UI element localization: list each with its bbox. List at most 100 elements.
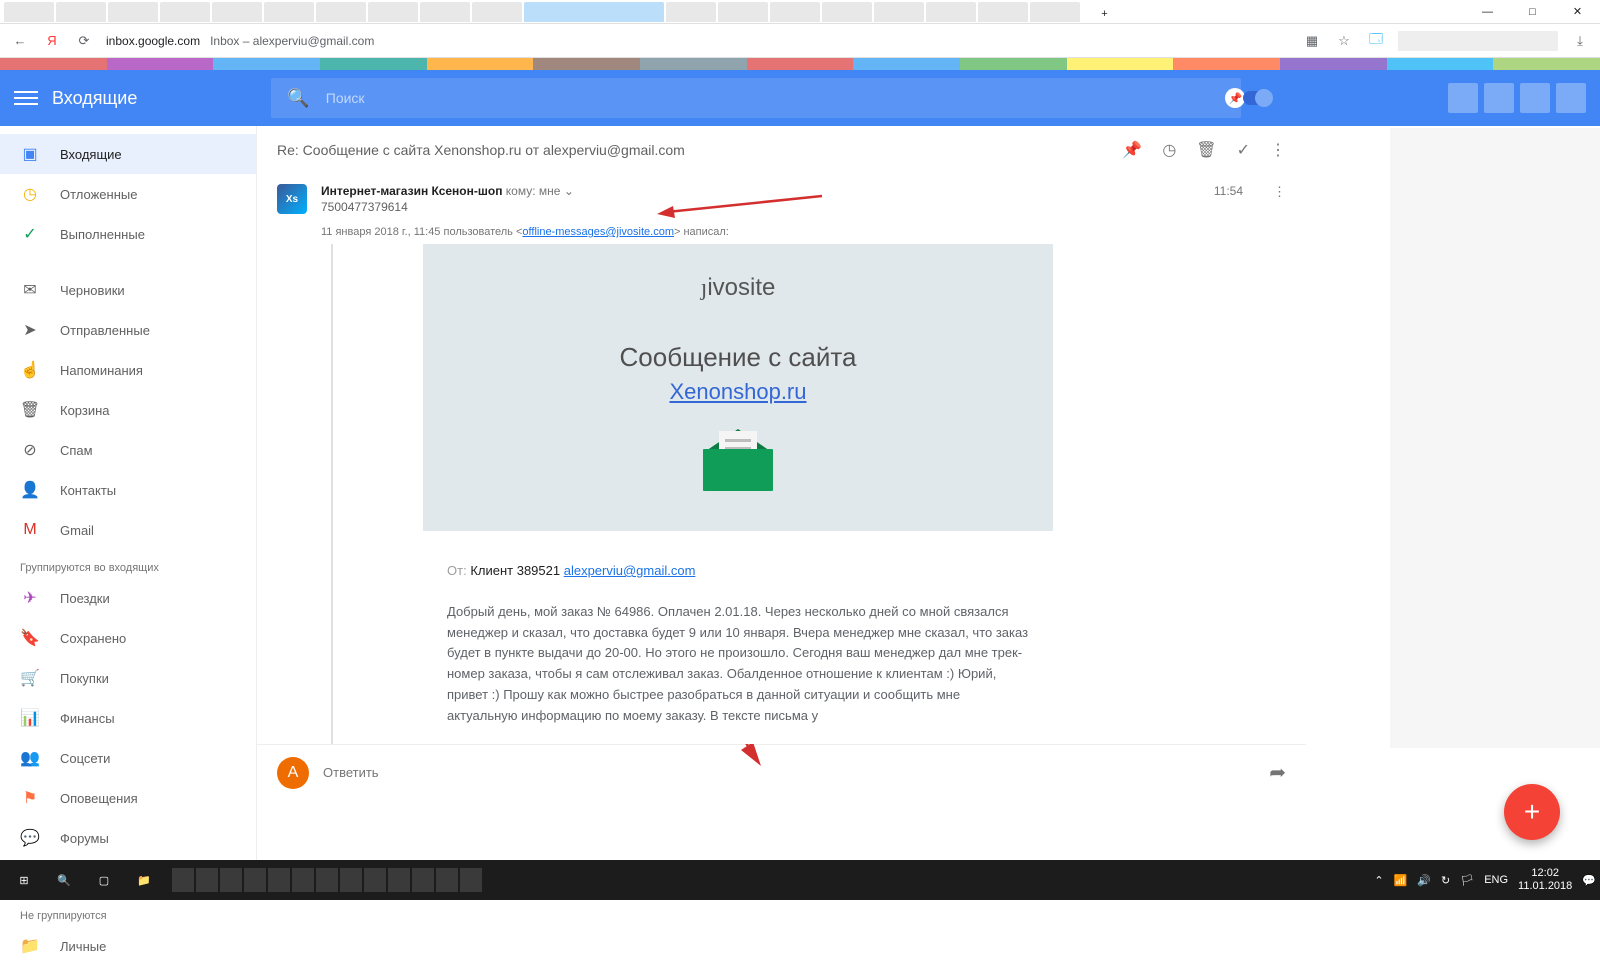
browser-tab[interactable] [718, 2, 768, 22]
tray-clock[interactable]: 12:02 11.01.2018 [1518, 867, 1572, 893]
reload-button[interactable]: ⟳ [74, 33, 94, 49]
sidebar-item-saved[interactable]: 🔖Сохранено [0, 618, 256, 658]
sidebar-item-social[interactable]: 👥Соцсети [0, 738, 256, 778]
browser-tab[interactable] [978, 2, 1028, 22]
chat-icon: 💬 [20, 828, 40, 848]
maximize-button[interactable]: □ [1510, 0, 1555, 24]
snooze-icon[interactable]: ◷ [1162, 140, 1176, 160]
url-display[interactable]: inbox.google.com Inbox – alexperviu@gmai… [106, 34, 374, 48]
browser-tab[interactable] [874, 2, 924, 22]
task-view-icon[interactable]: ▢ [84, 860, 124, 900]
sender-to: кому: мне [506, 184, 564, 198]
sidebar-item-personal[interactable]: 📁Личные [0, 926, 256, 966]
taskbar-app[interactable] [196, 868, 218, 892]
reader-icon[interactable]: ▦ [1302, 33, 1322, 49]
message-more-icon[interactable]: ⋮ [1273, 184, 1286, 200]
browser-tab[interactable] [822, 2, 872, 22]
browser-tab[interactable] [770, 2, 820, 22]
browser-tab[interactable] [160, 2, 210, 22]
sidebar-item-reminders[interactable]: ☝Напоминания [0, 350, 256, 390]
sidebar-item-done[interactable]: ✓Выполненные [0, 214, 256, 254]
explorer-icon[interactable]: 📁 [124, 860, 164, 900]
downloads-icon[interactable]: ⤓ [1570, 33, 1590, 49]
browser-tab[interactable] [212, 2, 262, 22]
sidebar-item-updates[interactable]: ⚑Оповещения [0, 778, 256, 818]
blurred-icon[interactable] [1484, 83, 1514, 113]
compose-fab[interactable]: + [1504, 784, 1560, 840]
sidebar-item-drafts[interactable]: ✉Черновики [0, 270, 256, 310]
taskbar-app[interactable] [244, 868, 266, 892]
sidebar-item-spam[interactable]: ⊘Спам [0, 430, 256, 470]
sidebar-item-gmail[interactable]: MGmail [0, 510, 256, 550]
minimize-button[interactable]: — [1465, 0, 1510, 24]
taskbar-app[interactable] [412, 868, 434, 892]
hero-link[interactable]: Xenonshop.ru [670, 379, 807, 404]
taskbar-app[interactable] [364, 868, 386, 892]
sidebar-item-finance[interactable]: 📊Финансы [0, 698, 256, 738]
browser-tab[interactable] [264, 2, 314, 22]
more-icon[interactable]: ⋮ [1270, 140, 1286, 160]
reply-bar[interactable]: А Ответить ➦ [257, 744, 1306, 800]
blurred-icon[interactable] [1448, 83, 1478, 113]
sidebar-item-trips[interactable]: ✈Поездки [0, 578, 256, 618]
sidebar-item-snoozed[interactable]: ◷Отложенные [0, 174, 256, 214]
taskbar-app[interactable] [292, 868, 314, 892]
sidebar-item-sent[interactable]: ➤Отправленные [0, 310, 256, 350]
quote-email-link[interactable]: offline-messages@jivosite.com [522, 226, 674, 238]
tray-flag-icon[interactable]: 🏳 [1460, 874, 1474, 887]
browser-tab[interactable] [1030, 2, 1080, 22]
search-task-icon[interactable]: 🔍 [44, 860, 84, 900]
tray-volume-icon[interactable]: 🔊 [1417, 874, 1431, 887]
sidebar-item-inbox[interactable]: ▣Входящие [0, 134, 256, 174]
taskbar-app[interactable] [172, 868, 194, 892]
browser-tab[interactable] [368, 2, 418, 22]
sidebar-item-trash[interactable]: 🗑Корзина [0, 390, 256, 430]
browser-tab-active[interactable] [524, 2, 664, 22]
taskbar-app[interactable] [460, 868, 482, 892]
taskbar-app[interactable] [268, 868, 290, 892]
tray-chevron-icon[interactable]: ⌃ [1374, 874, 1383, 887]
search-bar[interactable]: 🔍 [271, 78, 1241, 118]
tray-wifi-icon[interactable]: 📶 [1394, 874, 1408, 887]
hamburger-menu-button[interactable] [14, 86, 38, 110]
browser-tab[interactable] [926, 2, 976, 22]
tray-language[interactable]: ENG [1484, 874, 1508, 886]
extensions-icon[interactable]: 🗔 [1366, 30, 1386, 52]
sidebar-item-label: Спам [60, 443, 93, 458]
search-input[interactable] [326, 90, 1226, 106]
done-icon[interactable]: ✓ [1237, 140, 1250, 160]
close-window-button[interactable]: ✕ [1555, 0, 1600, 24]
sidebar-item-forums[interactable]: 💬Форумы [0, 818, 256, 858]
sidebar-item-contacts[interactable]: 👤Контакты [0, 470, 256, 510]
browser-tab[interactable] [108, 2, 158, 22]
tray-notifications-icon[interactable]: 💬 [1582, 874, 1596, 887]
taskbar-app[interactable] [388, 868, 410, 892]
forward-icon[interactable]: ➦ [1269, 760, 1286, 785]
new-tab-button[interactable]: + [1082, 2, 1127, 24]
browser-tab[interactable] [56, 2, 106, 22]
reminder-icon: ☝ [20, 360, 40, 380]
blurred-icon[interactable] [1520, 83, 1550, 113]
start-button[interactable]: ⊞ [4, 860, 44, 900]
expand-recipients-icon[interactable]: ⌄ [564, 184, 574, 198]
pin-icon[interactable]: 📌 [1122, 140, 1142, 160]
bookmark-star-icon[interactable]: ☆ [1334, 33, 1354, 49]
browser-tab[interactable] [4, 2, 54, 22]
browser-tab[interactable] [472, 2, 522, 22]
tray-sync-icon[interactable]: ↻ [1441, 874, 1450, 887]
delete-icon[interactable]: 🗑 [1196, 140, 1216, 160]
pin-toggle[interactable]: 📌 [1225, 88, 1271, 108]
blurred-icon[interactable] [1556, 83, 1586, 113]
browser-tab[interactable] [666, 2, 716, 22]
reply-placeholder[interactable]: Ответить [323, 765, 1255, 780]
taskbar-app[interactable] [340, 868, 362, 892]
yandex-icon[interactable]: Я [42, 33, 62, 48]
sidebar-item-purchases[interactable]: 🛒Покупки [0, 658, 256, 698]
taskbar-app[interactable] [436, 868, 458, 892]
taskbar-app[interactable] [316, 868, 338, 892]
taskbar-app[interactable] [220, 868, 242, 892]
browser-tab[interactable] [316, 2, 366, 22]
browser-tab[interactable] [420, 2, 470, 22]
back-button[interactable]: ← [10, 33, 30, 48]
from-email-link[interactable]: alexperviu@gmail.com [564, 563, 696, 578]
